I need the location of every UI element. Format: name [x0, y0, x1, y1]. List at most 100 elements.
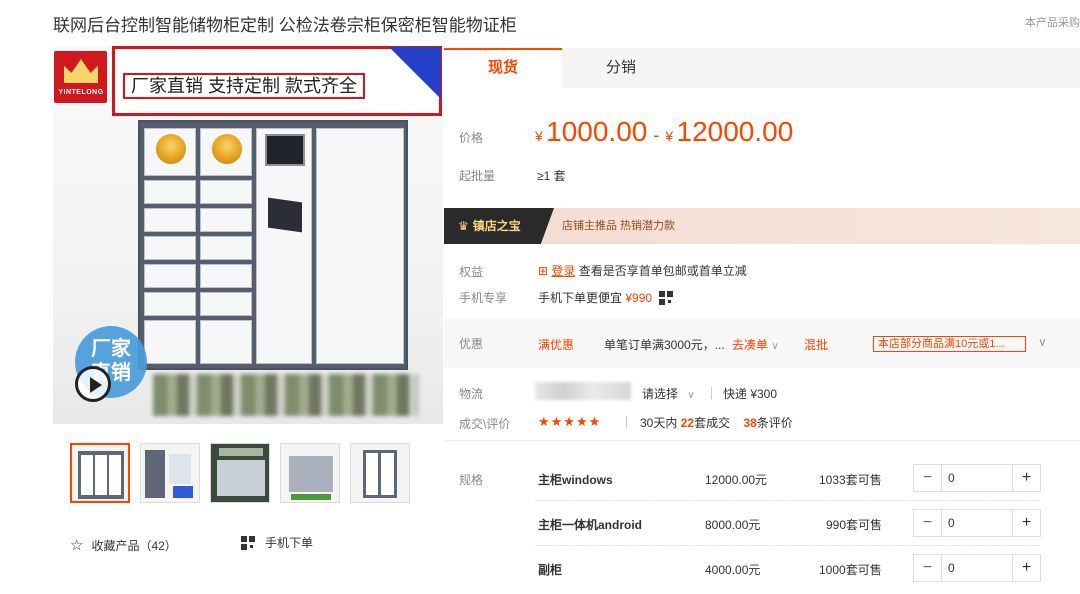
purchase-tabs: 现货 分销 [444, 48, 1080, 88]
min-order-label: 起批量 [459, 169, 496, 183]
promo-banner-text: 厂家直销 支持定制 款式齐全 [123, 73, 366, 99]
sku-stock: 1000套可售 [819, 563, 882, 577]
mixed-batch-tag: 混批 [804, 338, 829, 352]
police-emblem-icon [156, 134, 186, 164]
sku-name: 主柜一体机android [538, 518, 642, 532]
express-fee: 快递 ¥300 [723, 387, 778, 401]
discount-order-text: 单笔订单满3000元，... [604, 338, 725, 352]
collect-order-link[interactable]: 去凑单 ∨ [732, 336, 779, 353]
rating-stars: ★★★★★ [538, 414, 602, 429]
promo-banner: 厂家直销 支持定制 款式齐全 [112, 46, 442, 116]
thumbnail-4[interactable] [280, 443, 340, 503]
deals-mid: 套成交 [694, 416, 731, 430]
benefits-label: 权益 [459, 265, 484, 279]
full-discount-tag: 满优惠 [538, 338, 575, 352]
benefits-row: ⊞ 登录 查看是否享首单包邮或首单立减 [538, 262, 747, 279]
deals-suffix: 条评价 [756, 416, 793, 430]
blurred-caption [153, 374, 418, 416]
price-max: 12000.00 [676, 116, 794, 147]
favorite-label: 收藏产品（42） [91, 539, 177, 553]
review-count: 38 [743, 416, 757, 430]
decrease-button[interactable]: − [914, 510, 942, 536]
sku-price: 4000.00元 [705, 563, 761, 577]
favorite-product-button[interactable]: ☆ 收藏产品（42） [70, 536, 177, 554]
sku-stock: 990套可售 [826, 518, 883, 532]
mobile-exclusive-price: ¥990 [625, 291, 653, 305]
store-treasure-band: ♛ 镇店之宝 店铺主推品 热销潜力款 [444, 208, 1080, 244]
price-label: 价格 [459, 131, 484, 145]
mobile-exclusive-row[interactable]: 手机下单更便宜 ¥990 [538, 289, 683, 306]
mobile-exclusive-label: 手机专享 [459, 291, 508, 305]
coupon-icon: ⊞ [538, 264, 549, 278]
promo-corner-decoration [389, 47, 441, 99]
mobile-order-label: 手机下单 [265, 536, 314, 550]
brand-logo: YINTELONG [54, 51, 107, 103]
quantity-stepper: − 0 + [913, 509, 1041, 537]
sku-price: 12000.00元 [705, 473, 768, 487]
store-treasure-text: 店铺主推品 热销潜力款 [562, 220, 676, 232]
min-order-value: ≥1 套 [537, 169, 566, 183]
quantity-input[interactable]: 0 [942, 510, 1014, 536]
chevron-down-icon: ∨ [687, 390, 695, 401]
mobile-exclusive-text: 手机下单更便宜 [538, 291, 623, 305]
quantity-input[interactable]: 0 [942, 465, 1014, 491]
crown-icon: ♛ [458, 219, 469, 233]
discount-label: 优惠 [459, 337, 484, 351]
chevron-down-icon: ∨ [771, 341, 779, 352]
increase-button[interactable]: + [1012, 510, 1040, 536]
product-title: 联网后台控制智能储物柜定制 公检法卷宗柜保密柜智能物证柜 [53, 16, 517, 35]
benefits-text: 查看是否享首单包邮或首单立减 [578, 264, 747, 278]
procurement-note[interactable]: 本产品采购 [1025, 14, 1080, 30]
deals-summary[interactable]: 30天内 22套成交 38条评价 [640, 414, 793, 431]
currency-symbol: ¥ [665, 128, 674, 144]
tab-spot-goods[interactable]: 现货 [444, 48, 562, 88]
brand-logo-text: YINTELONG [58, 89, 104, 96]
main-product-image[interactable]: YINTELONG 厂家直销 支持定制 款式齐全 厂家 直销 [53, 46, 443, 424]
tab-distribution[interactable]: 分销 [562, 48, 680, 88]
price-range: ¥ 1000.00- ¥ 12000.00 [535, 116, 793, 148]
store-promo-dropdown[interactable]: 本店部分商品满10元或1... [873, 336, 1026, 352]
kiosk-terminal [268, 197, 302, 233]
price-dash: - [653, 125, 660, 145]
chevron-down-icon[interactable]: ∨ [1038, 335, 1047, 349]
store-treasure-tag: ♛ 镇店之宝 [444, 208, 554, 244]
region-select-label: 请选择 [642, 387, 679, 401]
thumbnail-5[interactable] [350, 443, 410, 503]
region-select[interactable]: 请选择 ∨ [642, 385, 695, 402]
price-min: 1000.00 [546, 116, 648, 147]
increase-button[interactable]: + [1012, 465, 1040, 491]
thumbnail-2[interactable] [140, 443, 200, 503]
sku-price: 8000.00元 [705, 518, 761, 532]
thumbnail-3[interactable] [210, 443, 270, 503]
thumbnail-1[interactable] [70, 443, 130, 503]
currency-symbol: ¥ [535, 128, 543, 144]
star-outline-icon: ☆ [70, 537, 84, 554]
increase-button[interactable]: + [1012, 555, 1040, 581]
login-link[interactable]: 登录 [551, 264, 575, 278]
sku-stock: 1033套可售 [819, 473, 882, 487]
play-video-button[interactable] [75, 366, 111, 402]
blurred-address [535, 382, 631, 400]
qr-code-icon [659, 291, 674, 305]
sold-count: 22 [680, 416, 695, 430]
mobile-order-button[interactable]: 手机下单 [241, 534, 313, 551]
qr-code-icon [241, 536, 255, 550]
store-treasure-tag-label: 镇店之宝 [472, 219, 521, 233]
police-emblem-icon [212, 134, 242, 164]
quantity-stepper: − 0 + [913, 464, 1041, 492]
logistics-label: 物流 [459, 387, 484, 401]
specs-label: 规格 [459, 473, 484, 487]
cabinet-illustration [138, 120, 408, 370]
deals-prefix: 30天内 [640, 416, 678, 430]
sku-name: 主柜windows [538, 473, 613, 487]
collect-order-label: 去凑单 [732, 338, 769, 352]
decrease-button[interactable]: − [914, 465, 942, 491]
video-badge-line1: 厂家 [91, 338, 131, 360]
sku-name: 副柜 [538, 563, 563, 577]
deals-label: 成交\评价 [459, 417, 511, 431]
crown-icon [64, 59, 98, 83]
quantity-input[interactable]: 0 [942, 555, 1014, 581]
quantity-stepper: − 0 + [913, 554, 1041, 582]
decrease-button[interactable]: − [914, 555, 942, 581]
touch-screen [265, 134, 305, 166]
